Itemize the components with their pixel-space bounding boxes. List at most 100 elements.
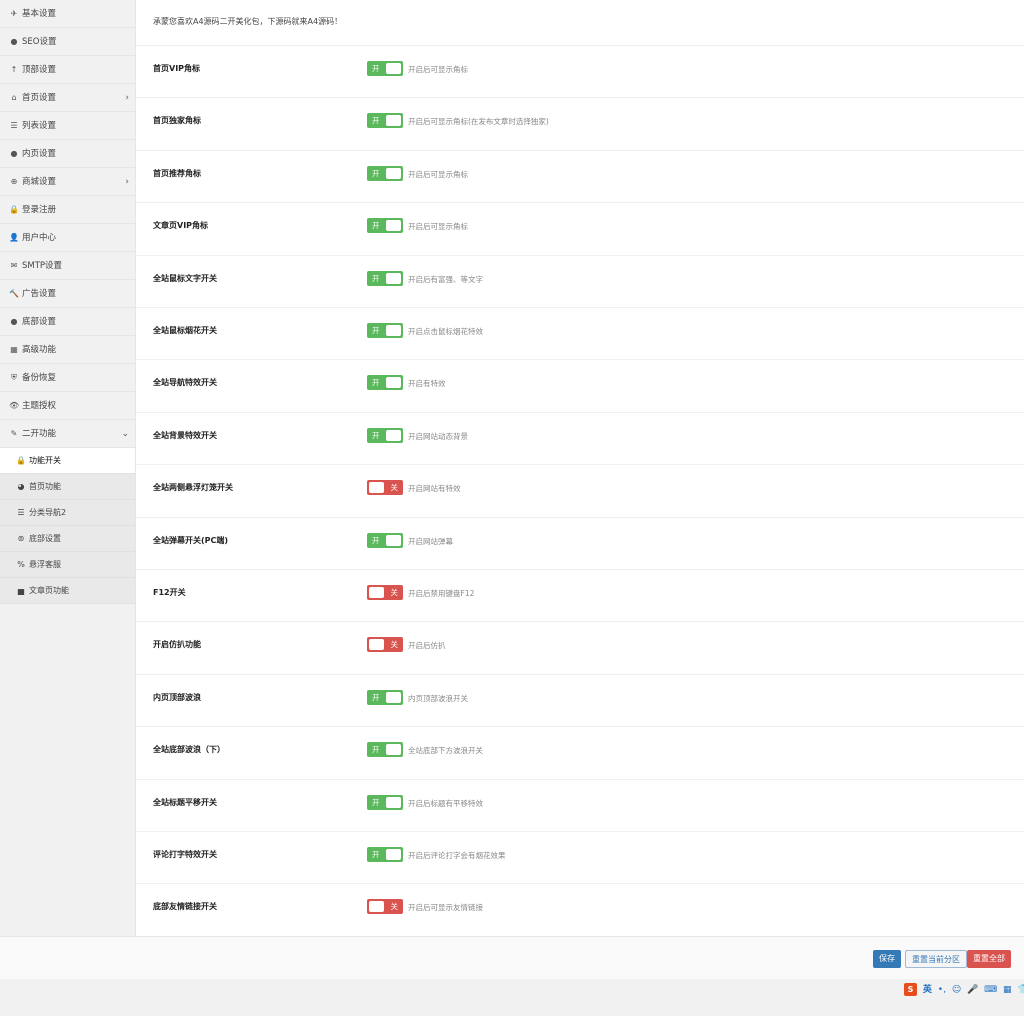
sidebar-subitem[interactable]: ▅ 文章页功能 <box>0 578 135 604</box>
sidebar-item-icon: 🔒 <box>9 205 19 214</box>
punctuation-icon[interactable]: •, <box>938 985 946 995</box>
toggle-switch[interactable]: 关 <box>367 585 403 600</box>
sidebar-item-label: SMTP设置 <box>22 261 63 271</box>
sidebar-item[interactable]: ↑ 顶部设置 <box>0 56 135 84</box>
grid-icon[interactable]: ▦ <box>1003 985 1012 995</box>
toggle-switch[interactable]: 开 <box>367 270 403 286</box>
sogou-ime-logo-icon[interactable]: S <box>904 983 917 996</box>
sidebar-item-label: 登录注册 <box>22 205 57 215</box>
setting-description: 开启后评论打字会有烟花效果 <box>408 851 506 860</box>
toggle-knob <box>386 377 401 389</box>
sidebar-item-icon: 👤 <box>9 233 19 242</box>
toggle-switch[interactable]: 开 <box>367 742 403 758</box>
toggle-state-text: 开 <box>372 745 380 755</box>
toggle-switch[interactable]: 开 <box>367 323 403 338</box>
sidebar-item[interactable]: 🔨 广告设置 <box>0 280 135 308</box>
toggle-state-text: 开 <box>372 535 380 545</box>
setting-description: 开启后标题有平移特效 <box>408 798 483 808</box>
sidebar-subitem[interactable]: ⊚ 底部设置 <box>0 526 135 552</box>
toggle-knob <box>386 167 401 179</box>
setting-description: 开启网站动态背景 <box>408 431 468 441</box>
setting-row: 全站标题平移开关 开 开启后标题有平移特效 <box>136 778 1024 832</box>
toggle-knob <box>386 691 401 703</box>
toggle-switch[interactable]: 开 <box>367 847 403 862</box>
sidebar-item-label: 内页设置 <box>22 149 57 159</box>
sidebar-item[interactable]: ✉ SMTP设置 <box>0 252 135 280</box>
sidebar-item-icon: ✈ <box>10 9 18 18</box>
setting-description: 开启后仿扒 <box>408 641 446 651</box>
toggle-state-text: 开 <box>372 850 380 859</box>
sidebar-item-label: 顶部设置 <box>22 65 57 75</box>
toggle-switch[interactable]: 关 <box>367 899 403 915</box>
setting-label: 内页顶部波浪 <box>153 692 201 702</box>
setting-label: 全站鼠标文字开关 <box>153 273 217 283</box>
mic-icon[interactable]: 🎤 <box>967 985 978 995</box>
setting-row: F12开关 关开启后禁用键盘F12 <box>136 569 1024 622</box>
toggle-switch[interactable]: 开 <box>367 61 403 76</box>
setting-row: 开启仿扒功能 关开启后仿扒 <box>136 621 1024 674</box>
toggle-knob <box>386 220 401 232</box>
sidebar-item[interactable]: ● 底部设置 <box>0 308 135 336</box>
toggle-switch[interactable]: 开 <box>367 375 403 391</box>
reset-section-button[interactable]: 重置当前分区 <box>905 950 967 968</box>
sidebar-item-icon: ● <box>10 317 18 326</box>
setting-description: 开启网站弹幕 <box>408 536 453 546</box>
toggle-switch[interactable]: 关 <box>367 480 403 496</box>
toggle-knob <box>386 429 401 441</box>
sidebar: ✈ 基本设置 ● SEO设置 ↑ 顶部设置 ⌂ 首页设置 › ☰ 列表设置 ● 内页设置 ⊕ 商城设置 › 🔒 登… <box>0 0 136 936</box>
ime-language-toggle[interactable]: 英 <box>923 982 932 995</box>
sidebar-item[interactable]: ⛨ 备份恢复 <box>0 364 135 392</box>
sidebar-item-icon: ✎ <box>10 429 18 438</box>
setting-description: 开启网站有特效 <box>408 484 461 494</box>
sidebar-item[interactable]: ● SEO设置 <box>0 28 135 56</box>
setting-label: 底部友情链接开关 <box>153 902 217 912</box>
sidebar-item[interactable]: ⊕ 商城设置 › <box>0 168 135 196</box>
setting-row: 首页VIP角标 开 开启后可显示角标 <box>136 45 1024 98</box>
sidebar-item-icon: ⌂ <box>11 93 17 102</box>
setting-row: 评论打字特效开关 开 开启后评论打字会有烟花效果 <box>136 831 1024 884</box>
save-button[interactable]: 保存 <box>873 950 901 968</box>
setting-label: 开启仿扒功能 <box>153 640 201 650</box>
sidebar-subitem[interactable]: % 悬浮客服 <box>0 552 135 578</box>
toggle-state-text: 关 <box>390 483 399 493</box>
setting-label: 全站背景特效开关 <box>153 430 217 440</box>
toggle-state-text: 开 <box>372 797 380 807</box>
toggle-state-text: 开 <box>372 378 380 388</box>
toggle-switch[interactable]: 开 <box>367 427 403 443</box>
sidebar-item-label: 底部设置 <box>22 317 57 327</box>
skin-icon[interactable]: 👕 <box>1017 985 1024 995</box>
toggle-switch[interactable]: 开 <box>367 113 403 129</box>
sidebar-item[interactable]: ▦ 高级功能 <box>0 336 135 364</box>
sidebar-item-label: 首页设置 <box>22 93 57 103</box>
sidebar-subitem-icon: 🔒 <box>16 456 26 465</box>
toggle-switch[interactable]: 开 <box>367 165 403 181</box>
sidebar-item[interactable]: 👁 主题授权 <box>0 392 135 420</box>
toggle-switch[interactable]: 开 <box>367 218 403 234</box>
emoji-icon[interactable]: ☺ <box>952 985 961 995</box>
sidebar-subitem-label: 功能开关 <box>29 456 61 465</box>
sidebar-item[interactable]: 👤 用户中心 <box>0 224 135 252</box>
setting-description: 开启后禁用键盘F12 <box>408 589 475 598</box>
sidebar-item-icon: ● <box>10 37 18 46</box>
reset-all-button[interactable]: 重置全部 <box>967 950 1011 968</box>
sidebar-subitem[interactable]: ◕ 首页功能 <box>0 474 135 500</box>
sidebar-item[interactable]: 🔒 登录注册 <box>0 196 135 224</box>
keyboard-icon[interactable]: ⌨ <box>984 985 997 995</box>
toggle-state-text: 开 <box>372 430 380 440</box>
toggle-switch[interactable]: 开 <box>367 689 403 705</box>
setting-row: 文章页VIP角标 开 开启后可显示角标 <box>136 202 1024 255</box>
toggle-switch[interactable]: 开 <box>367 794 403 810</box>
sidebar-item[interactable]: ✎ 二开功能 ⌄ <box>0 420 135 448</box>
sidebar-item[interactable]: ⌂ 首页设置 › <box>0 84 135 112</box>
setting-label: 首页独家角标 <box>153 116 201 126</box>
sidebar-item[interactable]: ✈ 基本设置 <box>0 0 135 28</box>
setting-description: 开启后可显示角标 <box>408 222 468 232</box>
sidebar-item[interactable]: ● 内页设置 <box>0 140 135 168</box>
toggle-switch[interactable]: 关 <box>367 637 403 653</box>
sidebar-subitem[interactable]: ☰ 分类导航2 <box>0 500 135 526</box>
sidebar-item[interactable]: ☰ 列表设置 <box>0 112 135 140</box>
toggle-switch[interactable]: 开 <box>367 532 403 548</box>
setting-description: 开启后有富强、等文字 <box>408 274 483 284</box>
sidebar-subitem[interactable]: 🔒 功能开关 <box>0 448 135 474</box>
sidebar-subitem-icon: ☰ <box>17 508 25 517</box>
